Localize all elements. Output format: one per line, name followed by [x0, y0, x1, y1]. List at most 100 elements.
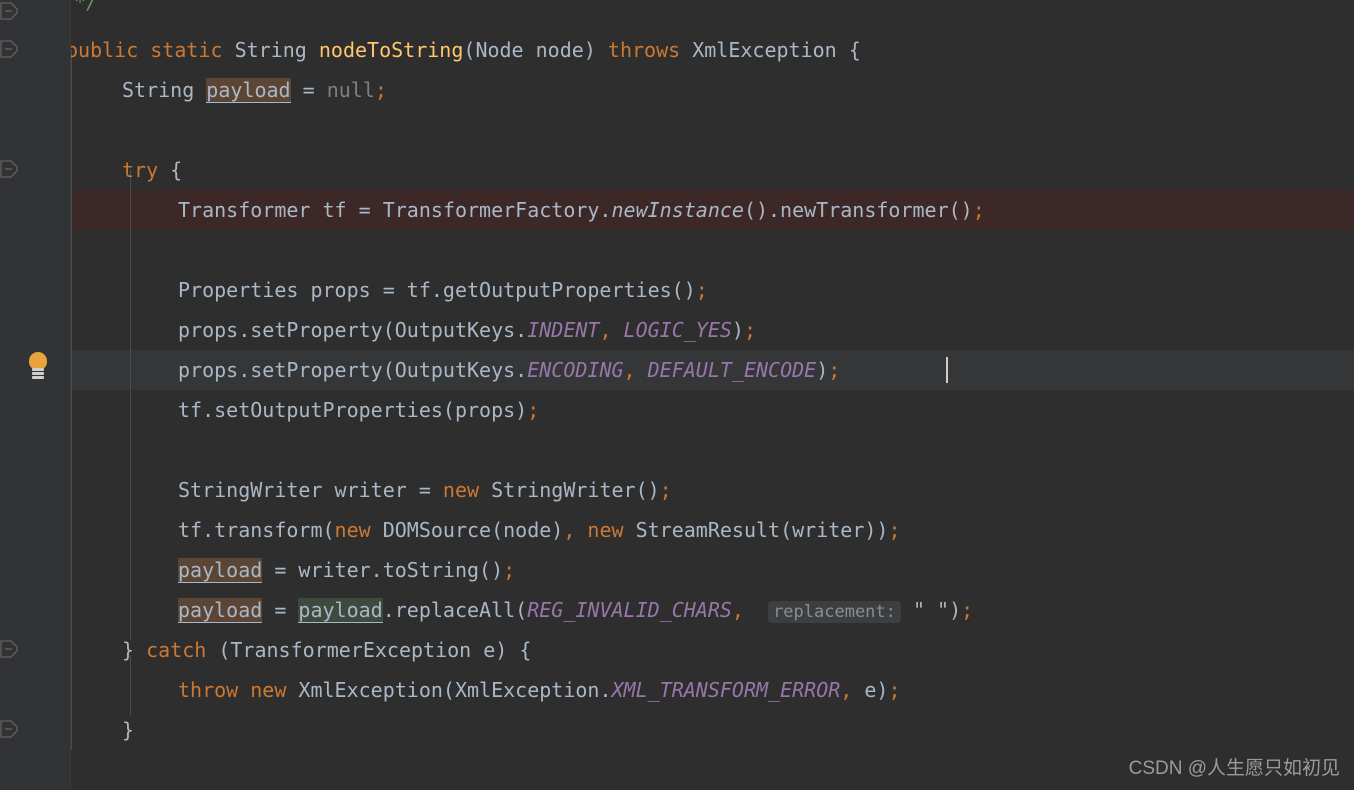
indent-guide-0: [71, 50, 72, 750]
code-token: new: [250, 678, 287, 702]
fold-marker-try[interactable]: [0, 160, 18, 178]
code-token: Properties props = tf.getOutputPropertie…: [178, 278, 696, 302]
code-token: ,: [731, 598, 744, 622]
fold-marker-catch[interactable]: [0, 640, 18, 658]
code-token: ;: [961, 598, 974, 622]
code-token: nodeToString: [318, 38, 464, 62]
code-token: Transformer tf = TransformerFactory.: [178, 198, 612, 222]
code-token: }: [122, 638, 147, 662]
code-token: ;: [828, 358, 841, 382]
intention-bulb-icon[interactable]: [26, 352, 50, 378]
code-line[interactable]: try {: [122, 150, 182, 190]
code-line[interactable]: public static String nodeToString(Node n…: [70, 30, 861, 70]
code-line[interactable]: }: [122, 710, 134, 750]
code-token: StreamResult(writer)): [623, 518, 889, 542]
code-token: String: [122, 78, 207, 102]
code-line[interactable]: tf.transform(new DOMSource(node), new St…: [178, 510, 901, 550]
code-token: public: [70, 38, 139, 62]
code-token: =: [262, 598, 299, 622]
code-token: catch: [146, 638, 207, 662]
code-token: tf.transform(: [178, 518, 335, 542]
code-token: ): [816, 358, 829, 382]
code-token: ;: [695, 278, 708, 302]
fold-marker-method[interactable]: [0, 40, 18, 58]
code-viewport[interactable]: */ public static String nodeToString(Node…: [70, 0, 1354, 790]
code-token: ;: [743, 318, 757, 342]
code-token: XML_TRANSFORM_ERROR: [611, 678, 841, 702]
code-token: ;: [888, 518, 901, 542]
code-token: {: [158, 158, 183, 182]
code-token: throw: [178, 678, 239, 702]
code-token: StringWriter(): [479, 478, 660, 502]
fold-marker-comment[interactable]: [0, 2, 18, 20]
code-line[interactable]: throw new XmlException(XmlException.XML_…: [178, 670, 901, 710]
code-token: props.setProperty(OutputKeys.: [178, 318, 528, 342]
code-token: ;: [888, 678, 901, 702]
code-token: ;: [527, 398, 540, 422]
code-token: tf.setOutputProperties(props): [178, 398, 528, 422]
indent-guide-1: [130, 170, 131, 640]
text-caret: [946, 357, 948, 383]
code-token: ,: [599, 318, 612, 342]
code-token: " ": [912, 598, 950, 622]
code-line[interactable]: payload = writer.toString();: [178, 550, 515, 590]
code-line[interactable]: Properties props = tf.getOutputPropertie…: [178, 270, 708, 310]
code-token: static: [150, 38, 223, 62]
code-token: try: [122, 158, 159, 182]
code-token: ().newTransformer(): [743, 198, 973, 222]
code-token: = writer.toString(): [262, 558, 504, 582]
code-line[interactable]: */: [74, 0, 98, 22]
fold-marker-method-end[interactable]: [0, 720, 18, 738]
identifier-write-usage: payload: [206, 78, 291, 103]
code-token: ,: [623, 358, 636, 382]
code-token: ;: [972, 198, 985, 222]
code-line[interactable]: payload = payload.replaceAll(REG_INVALID…: [178, 590, 973, 630]
code-token: Node node: [475, 38, 584, 62]
code-token: throws: [607, 38, 681, 62]
code-token: .replaceAll(: [382, 598, 528, 622]
editor-gutter[interactable]: [0, 0, 71, 790]
code-token: INDENT: [527, 318, 600, 342]
identifier-read-usage: payload: [298, 598, 383, 623]
identifier-write-usage: payload: [178, 558, 263, 583]
code-token: ): [949, 598, 962, 622]
code-token: =: [290, 78, 327, 102]
parameter-hint-chip: replacement:: [768, 601, 901, 623]
code-line[interactable]: Transformer tf = TransformerFactory.newI…: [178, 190, 985, 230]
code-token: String: [234, 38, 307, 62]
bulb-base: [32, 368, 44, 371]
watermark: CSDN @人生愿只如初见: [1128, 758, 1340, 779]
code-token: ;: [503, 558, 516, 582]
code-token: REG_INVALID_CHARS: [527, 598, 732, 622]
code-token: ,: [563, 518, 576, 542]
code-token: newInstance: [611, 198, 744, 222]
code-token: null: [326, 78, 375, 102]
code-line[interactable]: props.setProperty(OutputKeys.ENCODING, D…: [178, 350, 840, 390]
code-token: DEFAULT_ENCODE: [647, 358, 817, 382]
code-token: new: [334, 518, 371, 542]
identifier-write-usage: payload: [178, 598, 263, 623]
code-line[interactable]: String payload = null;: [122, 70, 387, 110]
code-token: ): [583, 38, 608, 62]
code-line[interactable]: } catch (TransformerException e) {: [122, 630, 531, 670]
code-token: }: [122, 718, 135, 742]
code-token: (: [463, 38, 476, 62]
code-line[interactable]: props.setProperty(OutputKeys.INDENT, LOG…: [178, 310, 756, 350]
code-token: e): [852, 678, 889, 702]
code-token: new: [442, 478, 480, 502]
code-line[interactable]: StringWriter writer = new StringWriter()…: [178, 470, 672, 510]
code-token: {: [836, 38, 861, 62]
code-token: ,: [840, 678, 853, 702]
code-line[interactable]: tf.setOutputProperties(props);: [178, 390, 539, 430]
code-editor[interactable]: */ public static String nodeToString(Node…: [0, 0, 1354, 790]
code-token: */: [74, 0, 99, 14]
